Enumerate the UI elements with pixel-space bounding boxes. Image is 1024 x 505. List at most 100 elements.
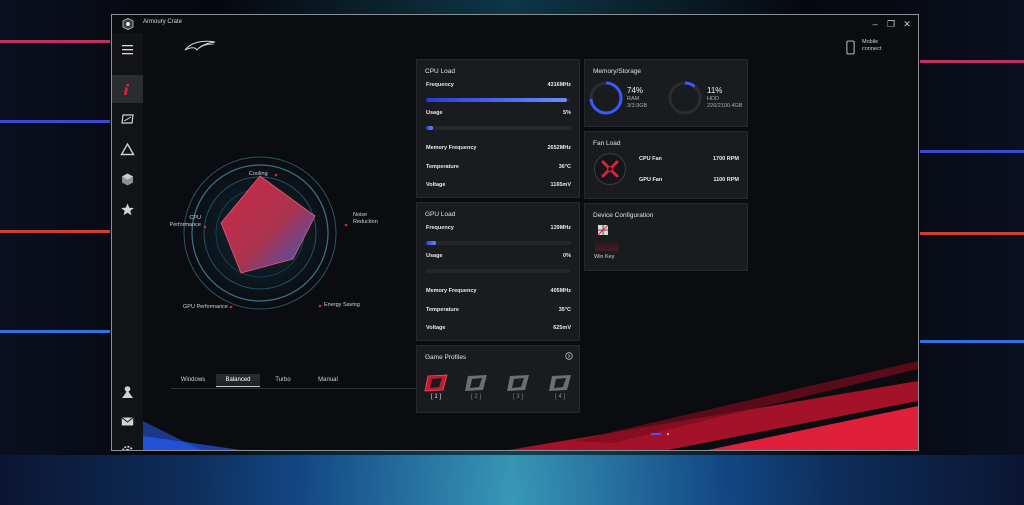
gpu-temperature-value: 35°C bbox=[558, 307, 571, 313]
sidebar-item-device[interactable] bbox=[112, 105, 143, 133]
cpu-usage-value: 5% bbox=[563, 110, 571, 116]
sidebar-item-home[interactable] bbox=[112, 75, 143, 103]
profile-3-label: [ 3 ] bbox=[512, 394, 523, 400]
radar-label-gpu: GPU Performance bbox=[183, 304, 228, 310]
game-profiles-card[interactable]: Game Profiles [ 1 ] [ 2 ] [ 3 ] [ 4 ] bbox=[416, 345, 580, 413]
fan-card-title: Fan Load bbox=[593, 140, 621, 147]
minimize-button[interactable]: – bbox=[868, 17, 882, 31]
device-cube-icon bbox=[122, 173, 133, 185]
memory-storage-card[interactable]: Memory/Storage 74% RAM 3/3.9GB 11% HDD 2… bbox=[584, 59, 748, 127]
bg-stripe bbox=[920, 150, 1024, 153]
profile-slot-icon bbox=[549, 375, 571, 391]
cpu-memory-frequency-value: 2652MHz bbox=[547, 145, 571, 151]
aura-icon bbox=[120, 142, 135, 155]
gpu-frequency-value: 139MHz bbox=[550, 225, 571, 231]
radar-axis-marker bbox=[318, 304, 322, 308]
gpu-memory-frequency-label: Memory Frequency bbox=[426, 288, 477, 294]
game-profile-1[interactable]: [ 1 ] bbox=[424, 374, 448, 408]
bg-stripe bbox=[0, 230, 110, 233]
bg-stripe bbox=[920, 340, 1024, 343]
device-configuration-card[interactable]: Device Configuration Win Key bbox=[584, 203, 748, 271]
app-logo-icon bbox=[122, 18, 134, 30]
main-content: Mobile connect Cooling Noise Reduction E… bbox=[143, 33, 918, 450]
gpu-frequency-bar-fill bbox=[426, 241, 437, 245]
radar-label-energy: Energy Saving bbox=[324, 302, 360, 308]
fan-icon bbox=[594, 153, 626, 185]
mode-tab-manual[interactable]: Manual bbox=[306, 374, 350, 386]
cpu-frequency-value: 4316MHz bbox=[547, 82, 571, 88]
profile-4-label: [ 4 ] bbox=[554, 394, 565, 400]
cpu-usage-bar bbox=[426, 126, 571, 130]
menu-hamburger-button[interactable] bbox=[112, 35, 143, 63]
gpu-card-title: GPU Load bbox=[425, 211, 456, 218]
gpu-fan-label: GPU Fan bbox=[639, 177, 663, 183]
cpu-fan-label: CPU Fan bbox=[639, 156, 662, 162]
sidebar-item-featured[interactable] bbox=[112, 195, 143, 223]
cpu-temperature-value: 36°C bbox=[558, 164, 571, 170]
monitor-icon bbox=[121, 113, 134, 124]
gpu-voltage-value: 625mV bbox=[553, 325, 571, 331]
app-window: Armoury Crate – ❐ ✕ Mobile connect Cooli… bbox=[111, 14, 919, 451]
hdd-detail: 226/2100.4GB bbox=[707, 103, 743, 109]
profile-1-label: [ 1 ] bbox=[430, 394, 441, 400]
sidebar-item-news[interactable] bbox=[112, 407, 143, 435]
radar-label-text: Performance bbox=[169, 222, 202, 228]
mobile-connect-text: connect bbox=[862, 46, 882, 52]
game-profile-2[interactable]: [ 2 ] bbox=[464, 374, 488, 408]
bg-stripe bbox=[0, 40, 110, 43]
radar-label-cpu: CPU Performance bbox=[169, 215, 202, 229]
user-icon bbox=[122, 385, 133, 398]
hdd-ring bbox=[668, 81, 702, 115]
gpu-load-card[interactable]: GPU Load Frequency 139MHz Usage 0% Memor… bbox=[416, 202, 580, 341]
ram-detail: 3/3.9GB bbox=[627, 103, 648, 109]
fan-load-card[interactable]: Fan Load CPU Fan 1700 RPM GPU Fan 1100 R… bbox=[584, 131, 748, 199]
game-profile-4[interactable]: [ 4 ] bbox=[548, 374, 572, 408]
radar-axis-marker bbox=[344, 223, 348, 227]
radar-label-text: CPU bbox=[189, 215, 201, 221]
cpu-voltage-value: 1165mV bbox=[550, 182, 572, 188]
radar-axis-marker bbox=[274, 173, 278, 177]
sidebar-item-aura[interactable] bbox=[112, 135, 143, 163]
cpu-load-card[interactable]: CPU Load Frequency 4316MHz Usage 5% Memo… bbox=[416, 59, 580, 198]
cpu-frequency-bar bbox=[426, 98, 571, 102]
mode-tab-balanced[interactable]: Balanced bbox=[216, 374, 260, 387]
mobile-connect-button[interactable]: Mobile connect bbox=[842, 38, 902, 60]
profile-slot-icon bbox=[424, 374, 448, 392]
radar-chart bbox=[183, 156, 348, 310]
game-profile-3[interactable]: [ 3 ] bbox=[506, 374, 530, 408]
radar-label-noise: Noise Reduction bbox=[353, 212, 378, 226]
mail-icon bbox=[121, 416, 134, 425]
gpu-voltage-label: Voltage bbox=[426, 325, 446, 331]
maximize-button[interactable]: ❐ bbox=[884, 17, 898, 31]
bg-stripe bbox=[920, 232, 1024, 235]
hamburger-icon bbox=[122, 44, 133, 54]
phone-icon bbox=[846, 40, 855, 55]
operating-mode-tabs: Windows Balanced Turbo Manual bbox=[171, 371, 421, 389]
mode-tab-windows[interactable]: Windows bbox=[171, 374, 215, 386]
ram-ring bbox=[589, 81, 623, 115]
profile-slot-icon bbox=[507, 375, 529, 391]
gpu-usage-value: 0% bbox=[563, 253, 571, 259]
hdd-percent: 11% bbox=[707, 86, 723, 95]
cpu-frequency-bar-fill bbox=[426, 98, 567, 102]
win-key-toggle[interactable] bbox=[595, 223, 619, 251]
sidebar-item-scenario[interactable] bbox=[112, 165, 143, 193]
gpu-temperature-label: Temperature bbox=[426, 307, 459, 313]
mode-tab-turbo[interactable]: Turbo bbox=[261, 374, 305, 386]
ram-percent: 74% bbox=[627, 86, 644, 95]
radar-axis-marker bbox=[203, 225, 207, 229]
windows-key-icon bbox=[598, 225, 609, 236]
memory-card-title: Memory/Storage bbox=[593, 68, 642, 75]
cpu-usage-label: Usage bbox=[426, 110, 443, 116]
arrow-right-circle-icon[interactable] bbox=[565, 352, 573, 360]
radar-label-text: Noise bbox=[353, 212, 368, 218]
bg-stripe bbox=[0, 120, 110, 123]
close-button[interactable]: ✕ bbox=[900, 17, 914, 31]
cpu-temperature-label: Temperature bbox=[426, 164, 459, 170]
sidebar-item-settings[interactable] bbox=[112, 437, 143, 450]
cpu-memory-frequency-label: Memory Frequency bbox=[426, 145, 477, 151]
sidebar-item-user-center[interactable] bbox=[112, 377, 143, 405]
sidebar bbox=[112, 33, 143, 450]
win-key-label: Win Key bbox=[594, 254, 615, 260]
gpu-frequency-bar bbox=[426, 241, 571, 245]
